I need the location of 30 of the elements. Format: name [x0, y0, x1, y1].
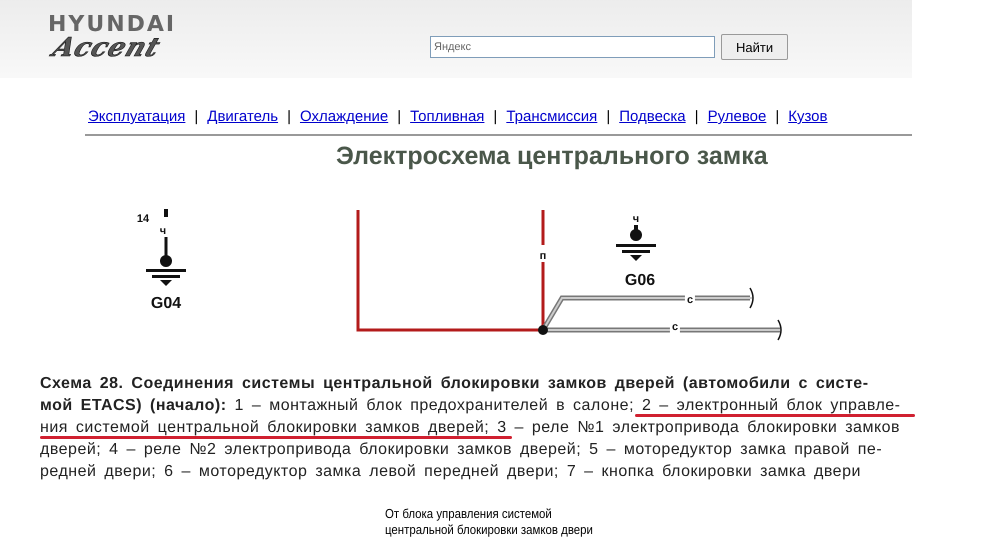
- nav-link[interactable]: Кузов: [788, 108, 828, 125]
- wire-color-label: ч: [630, 213, 642, 226]
- caption-line: редней двери; 6 – моторедуктор замка левой передней двери; 7 – кнопка блокировки замка двери: [40, 463, 861, 480]
- wire-color-label: с: [684, 294, 696, 306]
- nav-separator: |: [606, 108, 610, 125]
- search-field[interactable]: Яндекс: [430, 36, 715, 58]
- nav-link[interactable]: Рулевое: [708, 108, 766, 125]
- nav-link[interactable]: Охлаждение: [300, 108, 388, 125]
- nav-separator: |: [694, 108, 699, 125]
- nav-link[interactable]: Эксплуатация: [88, 108, 186, 125]
- nav-link[interactable]: Подвеска: [619, 108, 686, 125]
- nav-separator: |: [775, 108, 780, 125]
- search-button[interactable]: Найти: [721, 34, 788, 60]
- nav-separator: |: [397, 108, 402, 125]
- note-line: От блока управления системой: [385, 506, 553, 522]
- caption-line: Схема 28. Соединения системы центральной блокировки замков дверей (автомобили с систе-: [40, 375, 869, 392]
- wire-color-label: п: [538, 250, 548, 262]
- nav-link[interactable]: Двигатель: [207, 108, 278, 125]
- caption-line: мой ETACS) (начало): 1 – монтажный блок предохранителей в салоне; 2 – электронный блок управле-: [40, 397, 901, 414]
- page-title: Электросхема центрального замка: [336, 142, 769, 171]
- caption-line: ния системой центральной блокировки замков дверей; 3 – реле №1 электропривода блокировки замков: [40, 419, 900, 436]
- nav-link[interactable]: Топливная: [410, 108, 484, 125]
- wire-color-label: ч: [158, 225, 168, 238]
- wire-color-label: с: [670, 321, 680, 334]
- nav-separator: |: [287, 108, 291, 125]
- nav-separator: |: [194, 108, 198, 125]
- nav-separator: |: [493, 108, 498, 125]
- caption-line: дверей; 4 – реле №2 электропривода блокировки замков дверей; 5 – моторедуктор замка правой пе-: [40, 441, 882, 458]
- nav-link[interactable]: Трансмиссия: [506, 108, 598, 125]
- note-line: центральной блокировки замков двери: [385, 522, 594, 538]
